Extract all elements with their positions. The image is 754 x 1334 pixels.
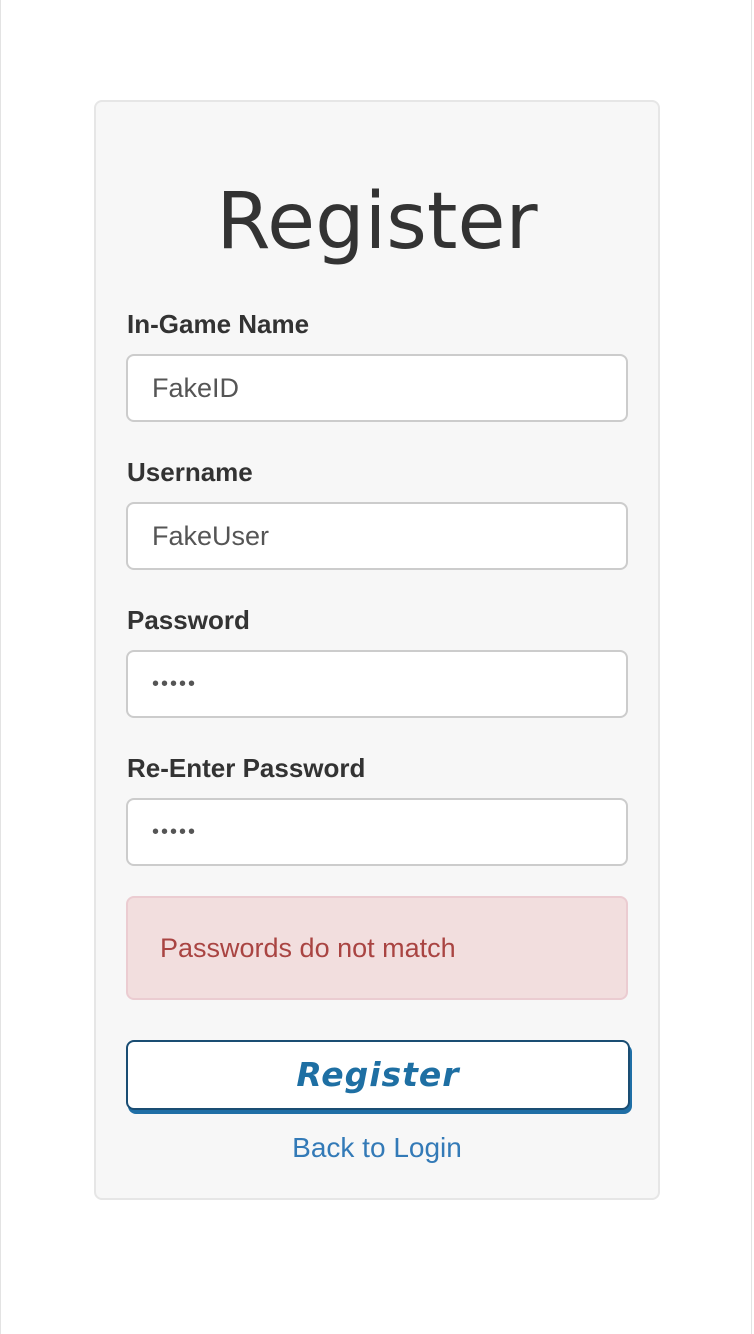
back-to-login-link[interactable]: Back to Login bbox=[0, 1128, 754, 1168]
register-button[interactable]: Register bbox=[126, 1040, 630, 1110]
in-game-name-label: In-Game Name bbox=[127, 309, 310, 339]
password-label: Password bbox=[127, 605, 250, 635]
username-label: Username bbox=[127, 457, 253, 487]
error-message: Passwords do not match bbox=[160, 933, 456, 963]
re-enter-password-label: Re-Enter Password bbox=[127, 753, 366, 783]
re-enter-password-input[interactable] bbox=[126, 798, 628, 866]
page-title: Register bbox=[216, 177, 538, 267]
username-input[interactable] bbox=[126, 502, 628, 570]
in-game-name-input[interactable] bbox=[126, 354, 628, 422]
error-alert: Passwords do not match bbox=[126, 896, 628, 1000]
password-input[interactable] bbox=[126, 650, 628, 718]
